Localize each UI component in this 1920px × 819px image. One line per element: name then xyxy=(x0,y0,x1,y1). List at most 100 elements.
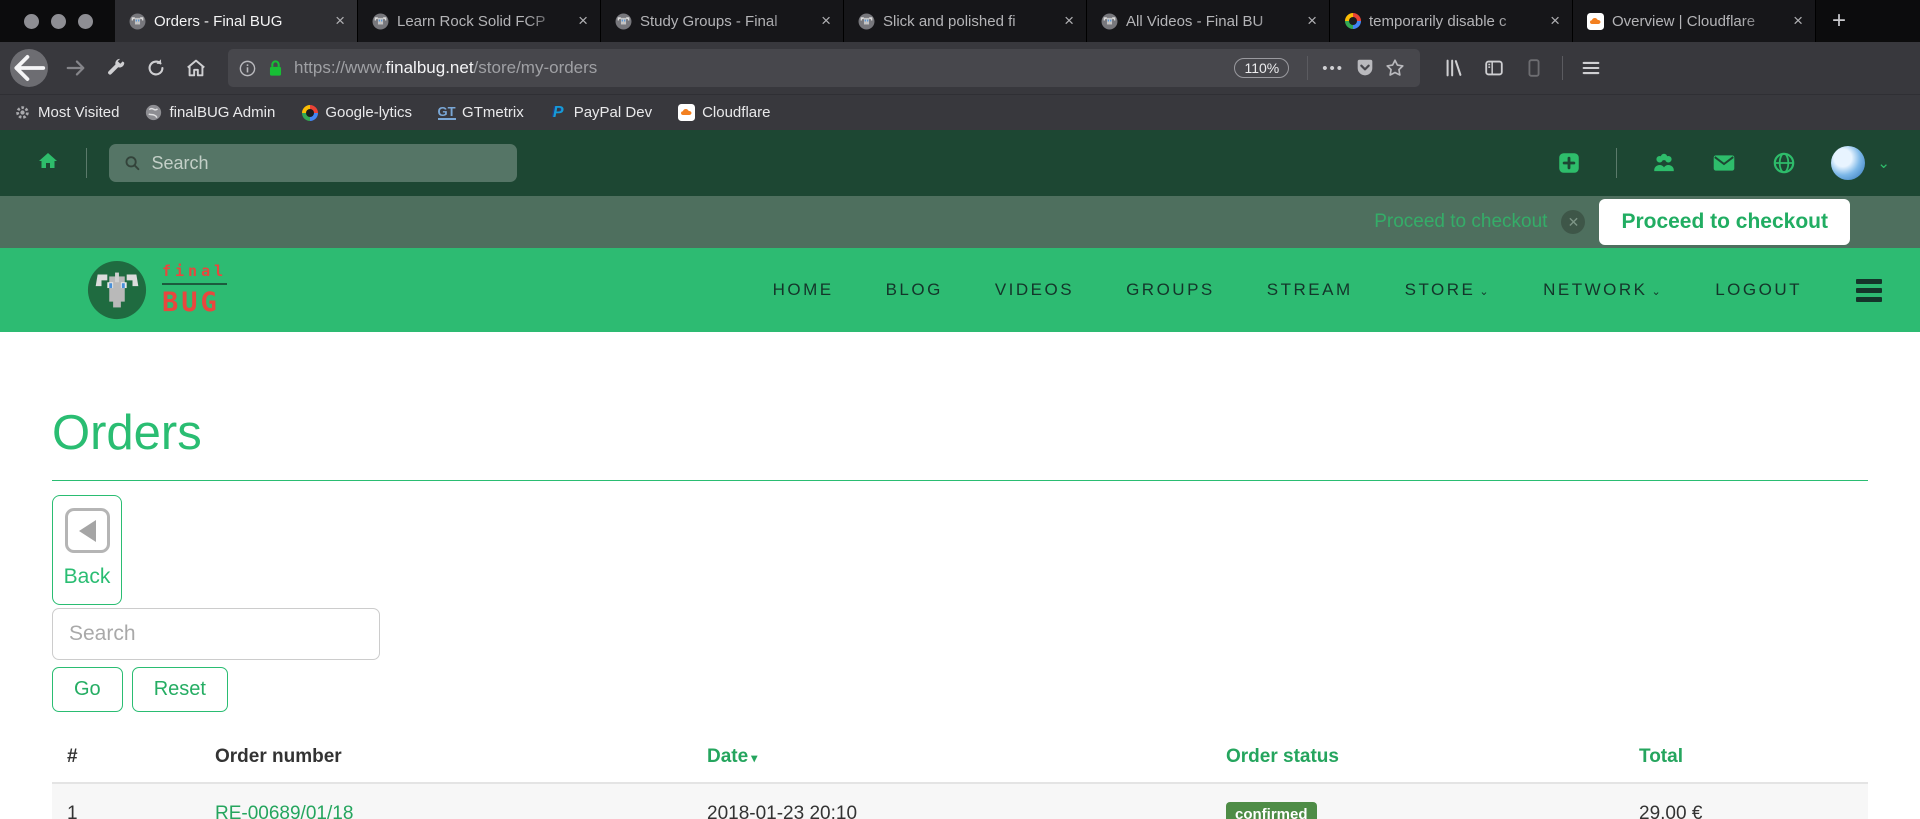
bookmark-label: Google-lytics xyxy=(325,104,413,121)
messages-envelope-icon[interactable] xyxy=(1711,150,1737,176)
nav-item-label: NETWORK xyxy=(1543,280,1648,299)
bug-favicon-icon xyxy=(615,13,632,30)
bookmark-item[interactable]: Google-lytics xyxy=(301,104,412,121)
tab-close-icon[interactable]: × xyxy=(1062,11,1076,31)
url-text[interactable]: https://www.finalbug.net/store/my-orders xyxy=(294,58,1234,78)
tab-close-icon[interactable]: × xyxy=(1548,11,1562,31)
nav-item-store[interactable]: STORE ⌄ xyxy=(1405,280,1491,300)
bookmark-item[interactable]: finalBUG Admin xyxy=(145,104,275,121)
nav-item-logout[interactable]: LOGOUT⌄ xyxy=(1715,280,1802,300)
bookmark-label: Cloudflare xyxy=(702,104,771,121)
site-home-icon[interactable] xyxy=(36,149,60,178)
add-post-icon[interactable] xyxy=(1556,150,1582,176)
reload-button[interactable] xyxy=(136,48,176,88)
tab-close-icon[interactable]: × xyxy=(333,11,347,31)
go-button[interactable]: Go xyxy=(52,667,123,712)
tab-close-icon[interactable]: × xyxy=(1791,11,1805,31)
chevron-down-icon[interactable]: ⌄ xyxy=(1877,154,1890,172)
nav-item-network[interactable]: NETWORK ⌄ xyxy=(1543,280,1663,300)
order-index: 1 xyxy=(67,803,78,819)
browser-tab[interactable]: Study Groups - Final × xyxy=(601,0,844,42)
nav-item-stream[interactable]: STREAM⌄ xyxy=(1267,280,1353,300)
tab-close-icon[interactable]: × xyxy=(576,11,590,31)
url-bar[interactable]: https://www.finalbug.net/store/my-orders… xyxy=(228,49,1420,87)
forward-arrow-icon xyxy=(66,60,85,76)
tab-strip: Orders - Final BUG × Learn Rock Solid FC… xyxy=(0,0,1920,42)
page-actions-icon[interactable]: ••• xyxy=(1322,60,1344,77)
tabs: Orders - Final BUG × Learn Rock Solid FC… xyxy=(115,0,1816,42)
browser-tab[interactable]: Orders - Final BUG × xyxy=(115,0,358,42)
browser-tab[interactable]: temporarily disable c × xyxy=(1330,0,1573,42)
user-avatar[interactable] xyxy=(1831,146,1866,180)
globe-network-icon[interactable] xyxy=(1771,150,1797,176)
brand-wordmark: final BUG xyxy=(162,262,228,318)
orders-table-header: #▾ Order number▾ Date▾ Order status▾ Tot… xyxy=(52,738,1868,782)
main-navigation: final BUG HOME⌄ BLOG⌄ VIDEOS⌄ GROUPS⌄ ST… xyxy=(0,248,1920,332)
wrench-icon xyxy=(108,58,125,75)
minimize-window-button[interactable] xyxy=(51,13,66,29)
column-header-label: Total xyxy=(1639,746,1683,767)
store-back-button[interactable]: Back xyxy=(52,495,122,605)
checkout-toast-label: Proceed to checkout xyxy=(1374,211,1548,232)
nav-item-blog[interactable]: BLOG⌄ xyxy=(886,280,943,300)
nav-item-label: GROUPS xyxy=(1126,280,1215,299)
bookmark-item[interactable]: GT GTmetrix xyxy=(437,104,524,121)
back-button[interactable] xyxy=(10,49,48,87)
nav-item-videos[interactable]: VIDEOS⌄ xyxy=(995,280,1074,300)
title-divider xyxy=(52,480,1868,481)
nav-hamburger-icon[interactable] xyxy=(1856,278,1882,302)
menu-hamburger-icon[interactable] xyxy=(1571,48,1611,88)
tab-close-icon[interactable]: × xyxy=(1305,11,1319,31)
zoom-window-button[interactable] xyxy=(78,13,93,29)
column-header[interactable]: Order status▾ xyxy=(1211,746,1624,768)
tab-title: Orders - Final BUG xyxy=(154,12,283,30)
toast-close-icon[interactable]: ✕ xyxy=(1561,210,1586,234)
browser-tab[interactable]: All Videos - Final BU × xyxy=(1087,0,1330,42)
forward-button[interactable] xyxy=(56,48,96,88)
pocket-shield-icon[interactable] xyxy=(1350,48,1380,88)
nav-item-groups[interactable]: GROUPS⌄ xyxy=(1126,280,1215,300)
proceed-to-checkout-button[interactable]: Proceed to checkout xyxy=(1599,199,1850,245)
groups-icon[interactable] xyxy=(1651,150,1677,176)
cloudflare-icon xyxy=(678,104,696,121)
browser-tab[interactable]: Learn Rock Solid FCP × xyxy=(358,0,601,42)
column-header-label: Order status xyxy=(1226,746,1339,767)
reset-button[interactable]: Reset xyxy=(131,667,228,712)
tab-title: Study Groups - Final xyxy=(640,12,778,30)
sidebar-toggle-icon[interactable] xyxy=(1474,48,1514,88)
nav-chevron-down-icon: ⌄ xyxy=(1479,286,1492,298)
bookmark-star-icon[interactable] xyxy=(1380,48,1410,88)
developer-tools-button[interactable] xyxy=(96,48,136,88)
page-content: Orders Back Go Reset #▾ Order number▾ Da… xyxy=(0,332,1920,819)
site-search-input[interactable] xyxy=(151,152,503,174)
site-logo[interactable]: final BUG xyxy=(86,259,228,321)
orders-search-input[interactable] xyxy=(52,608,380,660)
browser-tab[interactable]: Overview | Cloudflare × xyxy=(1573,0,1816,42)
bookmark-item[interactable]: Most Visited xyxy=(14,104,119,121)
new-tab-button[interactable]: + xyxy=(1816,0,1862,42)
home-button[interactable] xyxy=(176,48,216,88)
order-number-link[interactable]: RE-00689/01/18 xyxy=(215,803,353,819)
gear-icon xyxy=(14,104,31,121)
column-header[interactable]: Order number▾ xyxy=(200,746,692,768)
toolbar-right-icons xyxy=(1434,48,1611,88)
zoom-level-badge[interactable]: 110% xyxy=(1234,58,1290,78)
close-window-button[interactable] xyxy=(24,13,39,29)
browser-tab[interactable]: Slick and polished fi × xyxy=(844,0,1087,42)
column-header[interactable]: Total▾ xyxy=(1624,746,1868,768)
library-icon[interactable] xyxy=(1434,48,1474,88)
page-info-icon[interactable] xyxy=(238,59,257,78)
bookmark-item[interactable]: Cloudflare xyxy=(678,104,770,121)
send-to-device-icon[interactable] xyxy=(1514,48,1554,88)
site-search-box[interactable] xyxy=(109,144,517,182)
order-total: 29,00 € xyxy=(1639,803,1703,819)
lock-icon[interactable] xyxy=(266,59,285,78)
order-row[interactable]: 1 RE-00689/01/18 2018-01-23 20:10 confir… xyxy=(52,782,1868,819)
tab-close-icon[interactable]: × xyxy=(819,11,833,31)
bookmark-item[interactable]: P PayPal Dev xyxy=(550,103,652,122)
column-header[interactable]: #▾ xyxy=(52,746,200,768)
brand-final: final xyxy=(162,262,228,285)
nav-item-home[interactable]: HOME⌄ xyxy=(773,280,834,300)
column-header[interactable]: Date ▾ xyxy=(692,746,1211,768)
paypal-icon: P xyxy=(552,103,564,121)
